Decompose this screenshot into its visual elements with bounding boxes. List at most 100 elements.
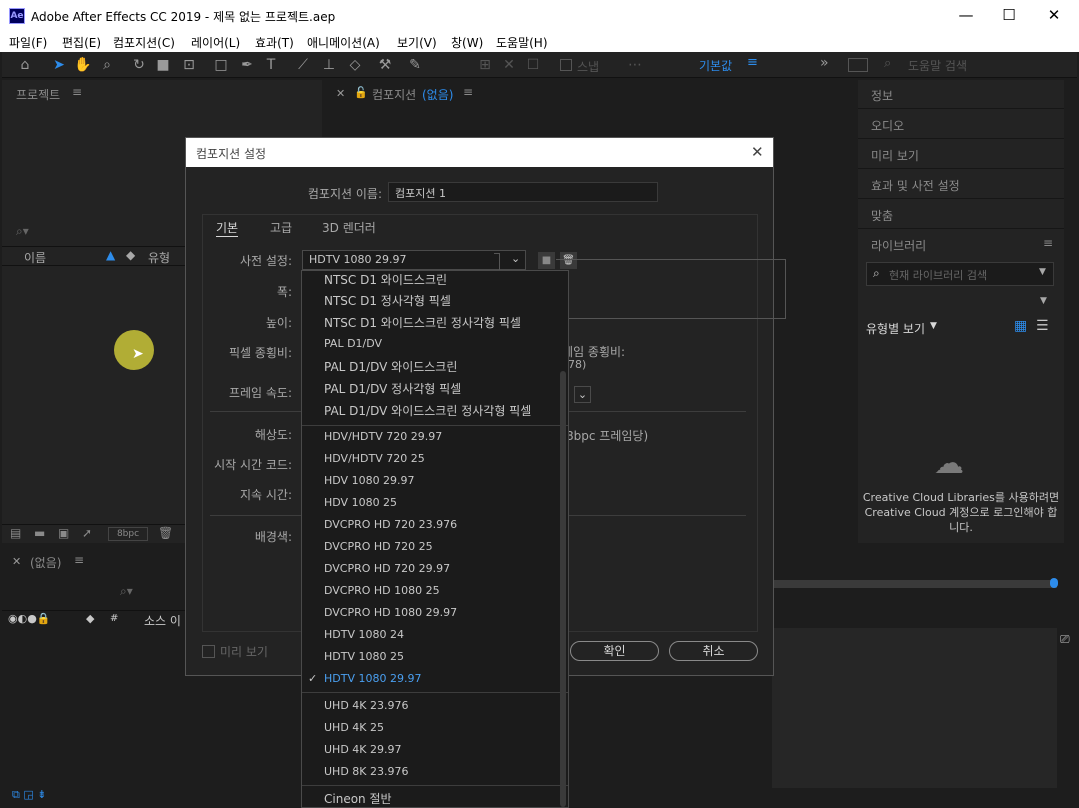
timeline-footer-icons[interactable]: ⧉ ◲ ⇟	[12, 788, 46, 802]
dialog-close-icon[interactable]: ✕	[751, 143, 764, 161]
menu-window[interactable]: 창(W)	[451, 34, 483, 51]
option-uhd-4k-23976[interactable]: UHD 4K 23.976	[324, 699, 409, 712]
option-hdv-1080-25[interactable]: HDV 1080 25	[324, 496, 397, 509]
option-ntsc-d1-widescreen[interactable]: NTSC D1 와이드스크린	[324, 271, 447, 288]
bpc-button[interactable]: 8bpc	[108, 527, 148, 541]
preview-checkbox[interactable]	[202, 645, 215, 658]
option-pal-d1-dv-square[interactable]: PAL D1/DV 정사각형 픽셀	[324, 380, 461, 397]
library-search-dropdown-icon[interactable]: ▼	[1039, 267, 1046, 277]
option-dvcpro-hd-1080-25[interactable]: DVCPRO HD 1080 25	[324, 584, 440, 597]
option-dvcpro-hd-1080-2997[interactable]: DVCPRO HD 1080 29.97	[324, 606, 457, 619]
av-features-icon[interactable]: ◉◐●🔒	[8, 612, 51, 625]
camera-tool-icon[interactable]: ■	[154, 56, 172, 74]
clone-stamp-tool-icon[interactable]: ⊥	[320, 56, 338, 74]
label-column-icon[interactable]: ◆	[86, 612, 94, 625]
option-uhd-4k-25[interactable]: UHD 4K 25	[324, 721, 384, 734]
preset-dropdown[interactable]: HDTV 1080 29.97 ⌄	[302, 250, 526, 270]
audio-panel[interactable]: 오디오	[858, 110, 1064, 139]
selection-tool-icon[interactable]: ➤	[50, 56, 68, 74]
option-hdtv-1080-2997-selected[interactable]: HDTV 1080 29.97	[324, 672, 421, 685]
info-panel[interactable]: 정보	[858, 80, 1064, 109]
option-pal-d1-dv[interactable]: PAL D1/DV	[324, 337, 382, 350]
option-pal-d1-dv-widescreen[interactable]: PAL D1/DV 와이드스크린	[324, 358, 457, 375]
workspace-menu-icon[interactable]: ≡	[747, 55, 758, 70]
zoom-tool-icon[interactable]: ⌕	[98, 56, 116, 74]
roto-brush-tool-icon[interactable]: ⚒	[376, 56, 394, 74]
snap-checkbox[interactable]	[560, 59, 572, 71]
option-ntsc-d1-widescreen-square[interactable]: NTSC D1 와이드스크린 정사각형 픽셀	[324, 314, 521, 331]
tab-advanced[interactable]: 고급	[270, 219, 292, 236]
project-panel-menu-icon[interactable]: ≡	[72, 85, 82, 99]
time-navigator[interactable]	[772, 580, 1057, 588]
tab-basic[interactable]: 기본	[216, 219, 239, 237]
menu-edit[interactable]: 편집(E)	[62, 34, 101, 51]
option-hdv-hdtv-720-2997[interactable]: HDV/HDTV 720 29.97	[324, 430, 442, 443]
pen-tool-icon[interactable]: ✒	[238, 56, 256, 74]
option-cineon-half[interactable]: Cineon 절반	[324, 790, 392, 807]
menu-file[interactable]: 파일(F)	[9, 34, 47, 51]
option-hdtv-1080-25[interactable]: HDTV 1080 25	[324, 650, 404, 663]
menu-effect[interactable]: 효과(T)	[255, 34, 294, 51]
option-dvcpro-hd-720-23976[interactable]: DVCPRO HD 720 23.976	[324, 518, 457, 531]
pan-behind-tool-icon[interactable]: ⊡	[180, 56, 198, 74]
list-view-icon[interactable]: ☰	[1036, 318, 1049, 334]
timeline-track-area[interactable]	[772, 628, 1057, 788]
cancel-button[interactable]: 취소	[669, 641, 758, 661]
option-hdv-hdtv-720-25[interactable]: HDV/HDTV 720 25	[324, 452, 425, 465]
option-ntsc-d1-square[interactable]: NTSC D1 정사각형 픽셀	[324, 292, 451, 309]
snap-options-icon[interactable]: ⋯	[626, 56, 644, 74]
col-type[interactable]: 유형	[148, 249, 170, 266]
preview-panel[interactable]: 미리 보기	[858, 140, 1064, 169]
grid-view-icon[interactable]: ▦	[1014, 318, 1027, 334]
dropdown-scrollbar[interactable]	[560, 371, 566, 807]
align-panel[interactable]: 맞춤	[858, 200, 1064, 229]
maximize-button[interactable]: ☐	[986, 0, 1032, 31]
library-select-dropdown-icon[interactable]: ▼	[1040, 296, 1047, 306]
brush-tool-icon[interactable]: ⟋	[294, 56, 312, 74]
option-hdtv-1080-24[interactable]: HDTV 1080 24	[324, 628, 404, 641]
save-preset-icon[interactable]: ■	[538, 252, 555, 269]
view-axis-icon[interactable]: ☐	[524, 56, 542, 74]
menu-composition[interactable]: 컴포지션(C)	[113, 34, 175, 51]
menu-layer[interactable]: 레이어(L)	[191, 34, 240, 51]
option-uhd-4k-2997[interactable]: UHD 4K 29.97	[324, 743, 402, 756]
tab-3d-renderer[interactable]: 3D 렌더러	[322, 219, 376, 236]
lock-icon[interactable]: 🔓	[354, 86, 368, 99]
workspace-default[interactable]: 기본값	[699, 57, 732, 74]
menu-view[interactable]: 보기(V)	[397, 34, 437, 51]
comp-name-input[interactable]: 컴포지션 1	[388, 182, 658, 202]
axis-icon[interactable]: ✕	[500, 56, 518, 74]
library-menu-icon[interactable]: ≡	[1043, 236, 1053, 250]
new-folder-icon[interactable]: ▬	[34, 526, 45, 540]
align-icon[interactable]: ⊞	[476, 56, 494, 74]
hand-tool-icon[interactable]: ✋	[74, 56, 92, 74]
puppet-tool-icon[interactable]: ✎	[406, 56, 424, 74]
timeline-close-icon[interactable]: ✕	[12, 555, 21, 568]
expand-workspaces-icon[interactable]: »	[820, 55, 829, 71]
eraser-tool-icon[interactable]: ◇	[346, 56, 364, 74]
close-button[interactable]: ✕	[1031, 0, 1077, 31]
search-help-input[interactable]: 도움말 검색	[908, 57, 967, 74]
frame-rate-chevron-down-icon[interactable]: ⌄	[574, 386, 591, 403]
option-hdv-1080-2997[interactable]: HDV 1080 29.97	[324, 474, 415, 487]
timeline-search-icon[interactable]: ⌕▾	[120, 584, 133, 599]
option-pal-d1-dv-widescreen-square[interactable]: PAL D1/DV 와이드스크린 정사각형 픽셀	[324, 402, 531, 419]
label-icon[interactable]: ◆	[126, 248, 135, 262]
ok-button[interactable]: 확인	[570, 641, 659, 661]
rotate-tool-icon[interactable]: ↻	[130, 56, 148, 74]
delete-icon[interactable]: 🗑	[158, 526, 173, 540]
minimize-button[interactable]: —	[943, 0, 989, 31]
library-search-field[interactable]: ⌕ 현재 라이브러리 검색 ▼	[866, 262, 1054, 286]
sort-ascending-icon[interactable]: ▲	[106, 248, 115, 262]
menu-help[interactable]: 도움말(H)	[496, 34, 548, 51]
view-by-type-caret-icon[interactable]: ▼	[930, 321, 937, 331]
panel-toggle-icon[interactable]	[848, 58, 868, 72]
comp-panel-menu-icon[interactable]: ≡	[463, 85, 473, 99]
view-by-type-dropdown[interactable]: 유형별 보기	[866, 320, 925, 337]
navigator-end-handle[interactable]	[1050, 578, 1058, 588]
library-search-input[interactable]: 현재 라이브러리 검색	[889, 267, 987, 283]
project-search-icon[interactable]: ⌕▾	[16, 224, 29, 239]
timeline-menu-icon[interactable]: ≡	[74, 553, 84, 567]
option-dvcpro-hd-720-2997[interactable]: DVCPRO HD 720 29.97	[324, 562, 450, 575]
col-name[interactable]: 이름	[24, 249, 46, 266]
